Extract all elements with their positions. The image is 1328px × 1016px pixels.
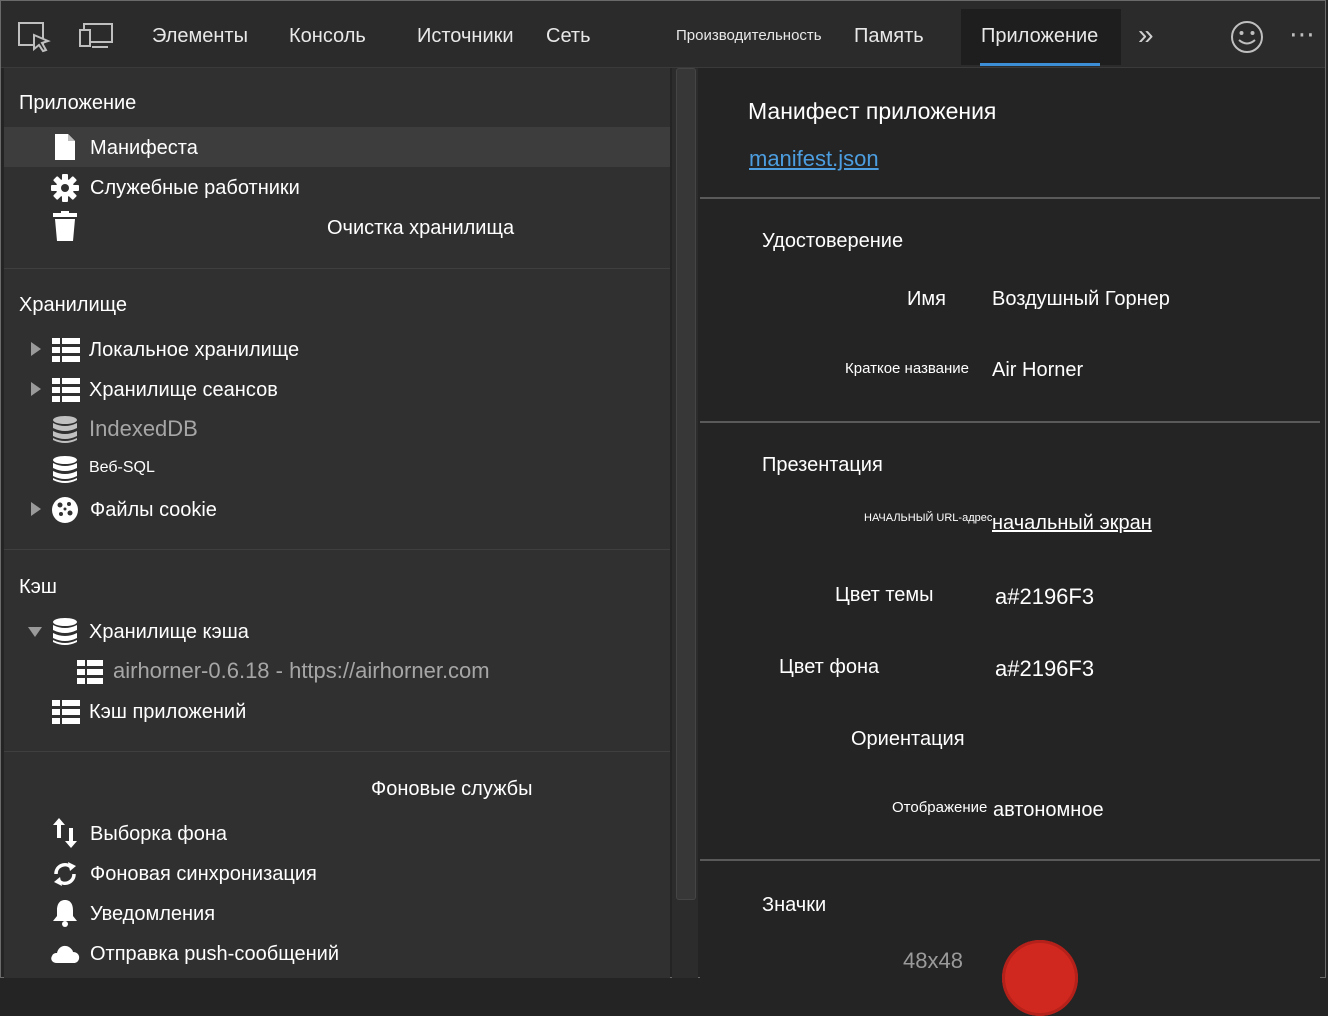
trash-icon bbox=[53, 211, 77, 246]
manifest-file-icon bbox=[54, 133, 76, 166]
sidebar-divider bbox=[4, 268, 670, 269]
sidebar-item-local-storage[interactable]: Локальное хранилище bbox=[89, 339, 299, 362]
sidebar-section-cache: Кэш bbox=[19, 576, 57, 598]
sidebar-item-service-workers[interactable]: Служебные работники bbox=[90, 177, 300, 200]
section-icons-title: Значки bbox=[762, 894, 827, 916]
table-grid-icon bbox=[52, 700, 80, 729]
short-name-value: Air Horner bbox=[992, 359, 1084, 381]
sidebar-item-cookies[interactable]: Файлы cookie bbox=[90, 499, 217, 522]
table-grid-icon bbox=[52, 378, 80, 407]
short-name-label: Краткое название bbox=[845, 360, 970, 377]
air-horn-app-icon bbox=[1002, 940, 1078, 1016]
sidebar-section-background-services: Фоновые службы bbox=[371, 778, 533, 800]
display-label: Отображение bbox=[892, 799, 988, 816]
sidebar-item-indexeddb[interactable]: IndexedDB bbox=[89, 416, 198, 442]
section-presentation-title: Презентация bbox=[762, 454, 883, 476]
icon-size-label: 48x48 bbox=[903, 948, 963, 973]
up-down-arrows-icon bbox=[52, 818, 78, 853]
sidebar-item-web-sql[interactable]: Веб-SQL bbox=[89, 459, 155, 477]
inspect-element-icon[interactable] bbox=[17, 21, 51, 53]
theme-color-value: a#2196F3 bbox=[995, 584, 1095, 609]
database-icon bbox=[52, 416, 78, 449]
feedback-smiley-icon[interactable] bbox=[1229, 19, 1263, 53]
database-icon bbox=[52, 618, 78, 651]
tab-application[interactable]: Приложение bbox=[981, 25, 1098, 48]
bell-icon bbox=[52, 899, 78, 932]
gear-icon bbox=[51, 174, 79, 207]
cloud-icon bbox=[50, 942, 80, 969]
start-url-value[interactable]: начальный экран bbox=[992, 512, 1152, 535]
display-value: автономное bbox=[993, 799, 1104, 821]
tab-elements[interactable]: Элементы bbox=[152, 25, 248, 48]
table-grid-icon bbox=[77, 660, 103, 689]
sidebar-item-background-sync[interactable]: Фоновая синхронизация bbox=[90, 863, 317, 886]
database-icon bbox=[52, 456, 78, 489]
more-tabs-button[interactable]: » bbox=[1138, 19, 1154, 51]
section-divider bbox=[700, 197, 1320, 199]
sidebar-divider bbox=[4, 751, 670, 752]
tab-memory[interactable]: Память bbox=[854, 25, 924, 48]
sidebar-item-session-storage[interactable]: Хранилище сеансов bbox=[89, 379, 278, 402]
sidebar-item-clear-storage[interactable]: Очистка хранилища bbox=[327, 217, 514, 240]
cookie-icon bbox=[51, 496, 79, 529]
background-color-value: a#2196F3 bbox=[995, 656, 1095, 681]
sidebar-section-application: Приложение bbox=[19, 92, 137, 114]
background-color-label: Цвет фона bbox=[779, 656, 880, 678]
manifest-link[interactable]: manifest.json bbox=[749, 146, 879, 172]
expand-arrow-icon[interactable] bbox=[31, 382, 41, 396]
tab-performance[interactable]: Производительность bbox=[676, 27, 822, 44]
expand-arrow-icon[interactable] bbox=[31, 502, 41, 516]
sidebar-item-push-messaging[interactable]: Отправка push-сообщений bbox=[90, 943, 339, 966]
tab-console[interactable]: Консоль bbox=[289, 25, 366, 48]
active-tab-underline bbox=[980, 63, 1100, 66]
tab-network[interactable]: Сеть bbox=[546, 25, 590, 48]
sidebar-scrollbar-thumb[interactable] bbox=[676, 68, 696, 900]
sidebar-item-manifest[interactable]: Манифеста bbox=[90, 137, 198, 160]
orientation-label: Ориентация bbox=[851, 728, 965, 750]
sidebar-item-notifications[interactable]: Уведомления bbox=[90, 903, 215, 926]
section-divider bbox=[700, 859, 1320, 861]
sidebar-divider bbox=[4, 549, 670, 550]
section-identity-title: Удостоверение bbox=[762, 230, 904, 252]
expand-arrow-icon[interactable] bbox=[31, 342, 41, 356]
section-divider bbox=[700, 421, 1320, 423]
start-url-label: НАЧАЛЬНЫЙ URL-адрес bbox=[864, 512, 993, 524]
sidebar-item-background-fetch[interactable]: Выборка фона bbox=[90, 823, 227, 846]
name-value: Воздушный Горнер bbox=[992, 288, 1170, 310]
sync-icon bbox=[51, 860, 79, 893]
page-title: Манифест приложения bbox=[748, 98, 997, 124]
sidebar-item-app-cache[interactable]: Кэш приложений bbox=[89, 701, 246, 724]
device-emulation-icon[interactable] bbox=[78, 21, 113, 51]
sidebar-section-storage: Хранилище bbox=[19, 294, 127, 316]
tab-sources[interactable]: Источники bbox=[417, 25, 514, 48]
name-label: Имя bbox=[907, 288, 946, 310]
sidebar-item-cache-storage[interactable]: Хранилище кэша bbox=[89, 621, 249, 644]
more-options-button[interactable]: ⋯ bbox=[1289, 19, 1315, 50]
sidebar-item-airhorner-cache[interactable]: airhorner-0.6.18 - https://airhorner.com bbox=[113, 658, 490, 684]
collapse-arrow-icon[interactable] bbox=[28, 627, 42, 637]
theme-color-label: Цвет темы bbox=[835, 584, 934, 606]
table-grid-icon bbox=[52, 338, 80, 367]
devtools-toolbar: Элементы Консоль Источники Сеть Производ… bbox=[1, 1, 1325, 68]
